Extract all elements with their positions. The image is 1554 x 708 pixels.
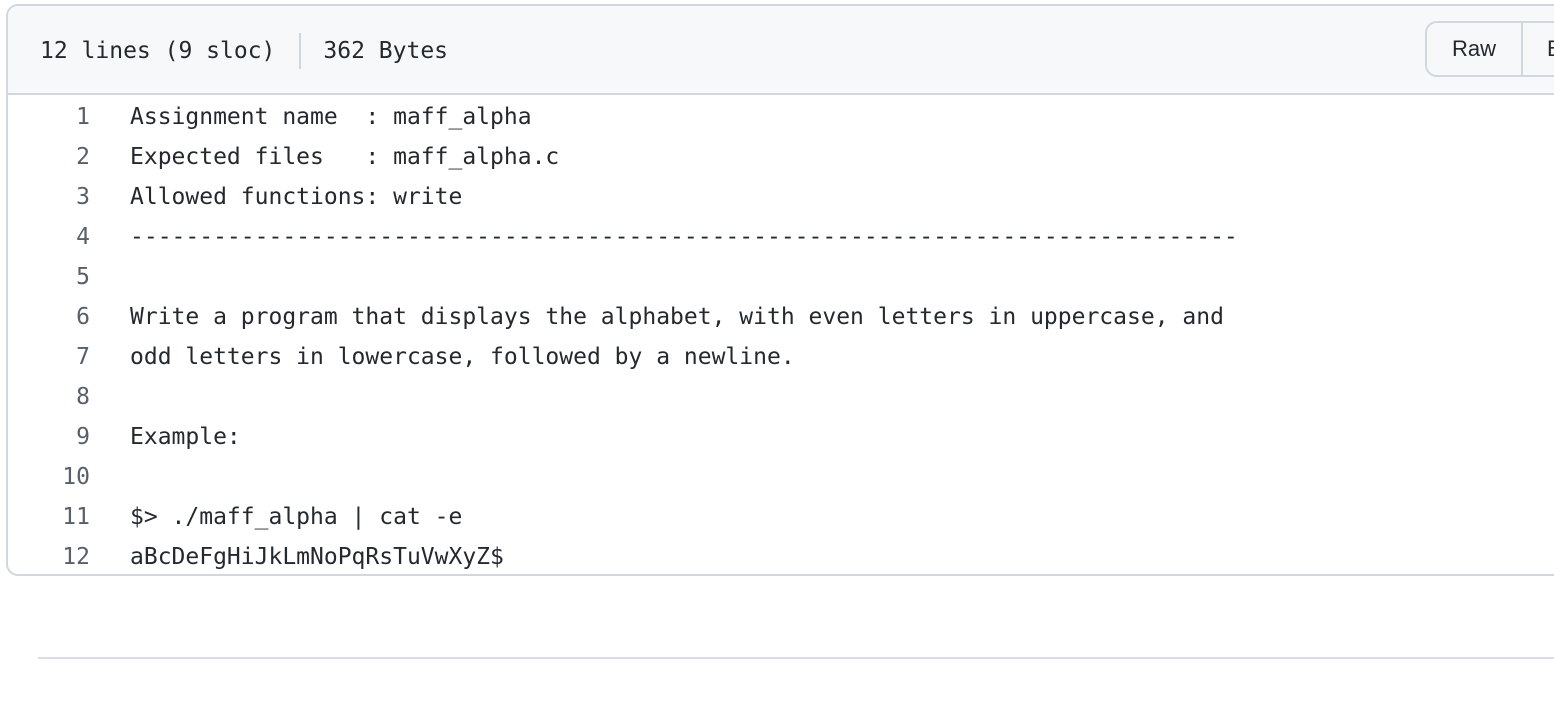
line-count: 12 lines (9 sloc)	[40, 38, 276, 64]
line-number[interactable]: 5	[8, 264, 90, 290]
code-line: 10	[8, 457, 1554, 497]
divider	[38, 657, 1554, 659]
code-line: 5	[8, 257, 1554, 297]
file-size: 362 Bytes	[323, 38, 449, 64]
file-info: 12 lines (9 sloc) 362 Bytes	[40, 33, 448, 69]
code-line: 9 Example:	[8, 417, 1554, 457]
file-actions: Raw Blame	[1425, 21, 1554, 77]
line-content: Assignment name : maff_alpha	[130, 104, 532, 130]
code-line: 12 aBcDeFgHiJkLmNoPqRsTuVwXyZ$	[8, 537, 1554, 574]
line-content: ----------------------------------------…	[130, 224, 1238, 250]
line-content: Expected files : maff_alpha.c	[130, 144, 560, 170]
line-number[interactable]: 10	[8, 464, 90, 490]
code-line: 4 --------------------------------------…	[8, 217, 1554, 257]
line-content: $> ./maff_alpha | cat -e	[130, 504, 463, 530]
code-line: 8	[8, 377, 1554, 417]
info-divider	[299, 33, 302, 69]
line-content: aBcDeFgHiJkLmNoPqRsTuVwXyZ$	[130, 544, 504, 570]
code-line: 7 odd letters in lowercase, followed by …	[8, 337, 1554, 377]
line-content: Allowed functions: write	[130, 184, 463, 210]
line-number[interactable]: 9	[8, 424, 90, 450]
line-content: odd letters in lowercase, followed by a …	[130, 344, 795, 370]
blame-button[interactable]: Blame	[1523, 23, 1554, 75]
line-number[interactable]: 1	[8, 104, 90, 130]
line-number[interactable]: 3	[8, 184, 90, 210]
raw-button[interactable]: Raw	[1427, 23, 1524, 75]
code-line: 1 Assignment name : maff_alpha	[8, 97, 1554, 137]
file-header: 12 lines (9 sloc) 362 Bytes Raw Blame	[8, 6, 1554, 95]
line-number[interactable]: 2	[8, 144, 90, 170]
code-line: 11 $> ./maff_alpha | cat -e	[8, 497, 1554, 537]
line-number[interactable]: 8	[8, 384, 90, 410]
line-number[interactable]: 4	[8, 224, 90, 250]
line-content: Example:	[130, 424, 241, 450]
code-area: 1 Assignment name : maff_alpha 2 Expecte…	[8, 95, 1554, 574]
code-line: 3 Allowed functions: write	[8, 177, 1554, 217]
line-number[interactable]: 12	[8, 544, 90, 570]
line-number[interactable]: 11	[8, 504, 90, 530]
line-content: Write a program that displays the alphab…	[130, 304, 1224, 330]
code-line: 2 Expected files : maff_alpha.c	[8, 137, 1554, 177]
file-viewer: 12 lines (9 sloc) 362 Bytes Raw Blame 1 …	[6, 4, 1554, 576]
line-number[interactable]: 7	[8, 344, 90, 370]
line-number[interactable]: 6	[8, 304, 90, 330]
code-line: 6 Write a program that displays the alph…	[8, 297, 1554, 337]
